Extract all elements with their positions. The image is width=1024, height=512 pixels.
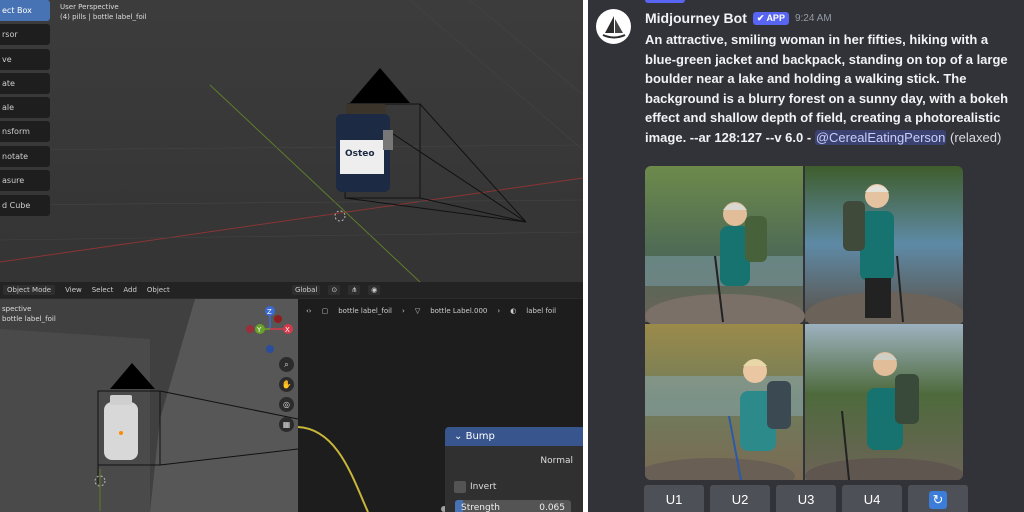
svg-text:X: X: [285, 326, 290, 334]
sailboat-icon: [602, 15, 625, 38]
tool-move[interactable]: ve: [0, 49, 50, 70]
breadcrumb-object[interactable]: bottle label_foil: [338, 307, 392, 315]
view-name-bottom: spective: [2, 305, 32, 313]
tool-cursor[interactable]: rsor: [0, 24, 50, 45]
pivot-icon[interactable]: ⊙: [328, 285, 341, 295]
viewport-3d-top[interactable]: Osteo ect Box rsor ve ate ale nsform not…: [0, 0, 583, 282]
upscale-4-button[interactable]: U4: [842, 485, 902, 512]
timestamp: 9:24 AM: [794, 12, 832, 24]
bottle-object: Osteo: [336, 104, 393, 192]
image-1: [645, 166, 805, 338]
image-2: [805, 166, 963, 340]
generated-images: [645, 166, 963, 480]
pan-hand-icon[interactable]: ✋: [279, 377, 294, 392]
user-mention[interactable]: @CerealEatingPerson: [814, 129, 947, 145]
toolbar: ect Box rsor ve ate ale nsform notate as…: [0, 0, 50, 219]
check-icon: ✔: [756, 12, 765, 23]
svg-text:Z: Z: [267, 308, 272, 316]
app-badge: ✔ APP: [752, 11, 789, 25]
breadcrumb-material[interactable]: label foil: [526, 307, 556, 315]
strength-slider[interactable]: Strength 0.065: [455, 500, 571, 512]
normal-output-label: Normal: [540, 456, 573, 466]
upscale-3-button[interactable]: U3: [776, 485, 836, 512]
message: Midjourney Bot ✔ APP 9:24 AM An attractiv…: [645, 9, 1015, 147]
menu-select[interactable]: Select: [92, 286, 114, 294]
reply-bar: [645, 0, 685, 3]
bot-name[interactable]: Midjourney Bot: [645, 10, 747, 26]
blender-window: Osteo ect Box rsor ve ate ale nsform not…: [0, 0, 583, 512]
menu-object[interactable]: Object: [147, 286, 170, 294]
bump-node-title: Bump: [465, 431, 495, 442]
reroll-button[interactable]: ↻: [908, 485, 968, 512]
tool-annotate[interactable]: notate: [0, 146, 50, 167]
image-4: [805, 324, 963, 480]
prompt-text: An attractive, smiling woman in her fift…: [645, 32, 1009, 145]
breadcrumb: ‹› ▢ bottle label_foil › ▽ bottle Label.…: [306, 307, 556, 315]
camera-up-triangle: [350, 68, 410, 103]
camera-view-icon[interactable]: ◎: [279, 397, 294, 412]
chevron-right-icon: ›: [497, 307, 501, 315]
transform-orientation-dropdown[interactable]: Global: [292, 285, 321, 295]
viewport-3d-bottom[interactable]: spective bottle label_foil Z X Y ⌕ ✋ ◎ ▦: [0, 299, 298, 512]
normal-output: Normal: [445, 452, 583, 470]
breadcrumb-mesh[interactable]: bottle Label.000: [430, 307, 487, 315]
upscale-2-button[interactable]: U2: [710, 485, 770, 512]
bump-node-header[interactable]: ⌄ Bump: [445, 427, 583, 446]
app-badge-label: APP: [766, 13, 785, 23]
tool-rotate[interactable]: ate: [0, 73, 50, 94]
invert-checkbox[interactable]: [454, 480, 466, 493]
message-content: An attractive, smiling woman in her fift…: [645, 30, 1015, 147]
strength-value: 0.065: [539, 503, 565, 512]
discord-chat: Midjourney Bot ✔ APP 9:24 AM An attractiv…: [588, 0, 1024, 512]
status-text: (relaxed): [950, 129, 1002, 145]
grid-icon[interactable]: ▦: [279, 417, 294, 432]
strength-label: Strength: [461, 503, 500, 512]
tool-scale[interactable]: ale: [0, 97, 50, 118]
image-grid[interactable]: [645, 166, 963, 480]
object-info: (4) pills | bottle label_foil: [60, 13, 147, 21]
action-buttons: U1 U2 U3 U4 ↻: [644, 485, 968, 512]
refresh-icon: ↻: [929, 491, 947, 509]
object-icon: ▢: [321, 307, 329, 315]
chevron-down-icon[interactable]: ⌄: [454, 431, 462, 442]
zoom-icon[interactable]: ⌕: [279, 357, 294, 372]
tool-select-box[interactable]: ect Box: [0, 0, 50, 21]
strength-row: Strength 0.065: [445, 500, 583, 512]
chevron-right-icon: ›: [402, 307, 405, 315]
message-header: Midjourney Bot ✔ APP 9:24 AM: [645, 9, 1015, 27]
view-name: User Perspective: [60, 3, 119, 11]
invert-row: Invert: [445, 478, 583, 496]
viewport-nav-buttons: ⌕ ✋ ◎ ▦: [279, 357, 294, 432]
menu-view[interactable]: View: [65, 286, 82, 294]
viewport-info: User Perspective (4) pills | bottle labe…: [60, 2, 147, 22]
camera-view-info: spective bottle label_foil: [2, 304, 56, 324]
bump-node[interactable]: ⌄ Bump Normal Invert Strength 0.065: [445, 427, 583, 512]
object-info-bottom: bottle label_foil: [2, 315, 56, 323]
viewport-scene: Osteo: [0, 0, 583, 282]
bot-avatar[interactable]: [596, 9, 631, 44]
tool-transform[interactable]: nsform: [0, 121, 50, 142]
image-3: [645, 324, 803, 480]
proportional-icon[interactable]: ◉: [368, 285, 381, 295]
material-icon: ◐: [510, 307, 517, 315]
breadcrumb-arrows-icon: ‹›: [306, 307, 312, 315]
mode-dropdown[interactable]: Object Mode: [3, 285, 56, 295]
viewport-header: Object Mode View Select Add Object Globa…: [0, 282, 583, 298]
menu-add[interactable]: Add: [123, 286, 137, 294]
tool-measure[interactable]: asure: [0, 170, 50, 191]
bottle-label-text: Osteo: [345, 149, 375, 159]
tool-add-cube[interactable]: d Cube: [0, 195, 50, 216]
mesh-icon: ▽: [414, 307, 421, 315]
upscale-1-button[interactable]: U1: [644, 485, 704, 512]
node-editor[interactable]: ‹› ▢ bottle label_foil › ▽ bottle Label.…: [298, 299, 583, 512]
snap-icon[interactable]: ⋔: [348, 285, 361, 295]
svg-text:Y: Y: [256, 326, 262, 334]
invert-label: Invert: [470, 482, 497, 492]
x-axis-line: [0, 177, 583, 263]
